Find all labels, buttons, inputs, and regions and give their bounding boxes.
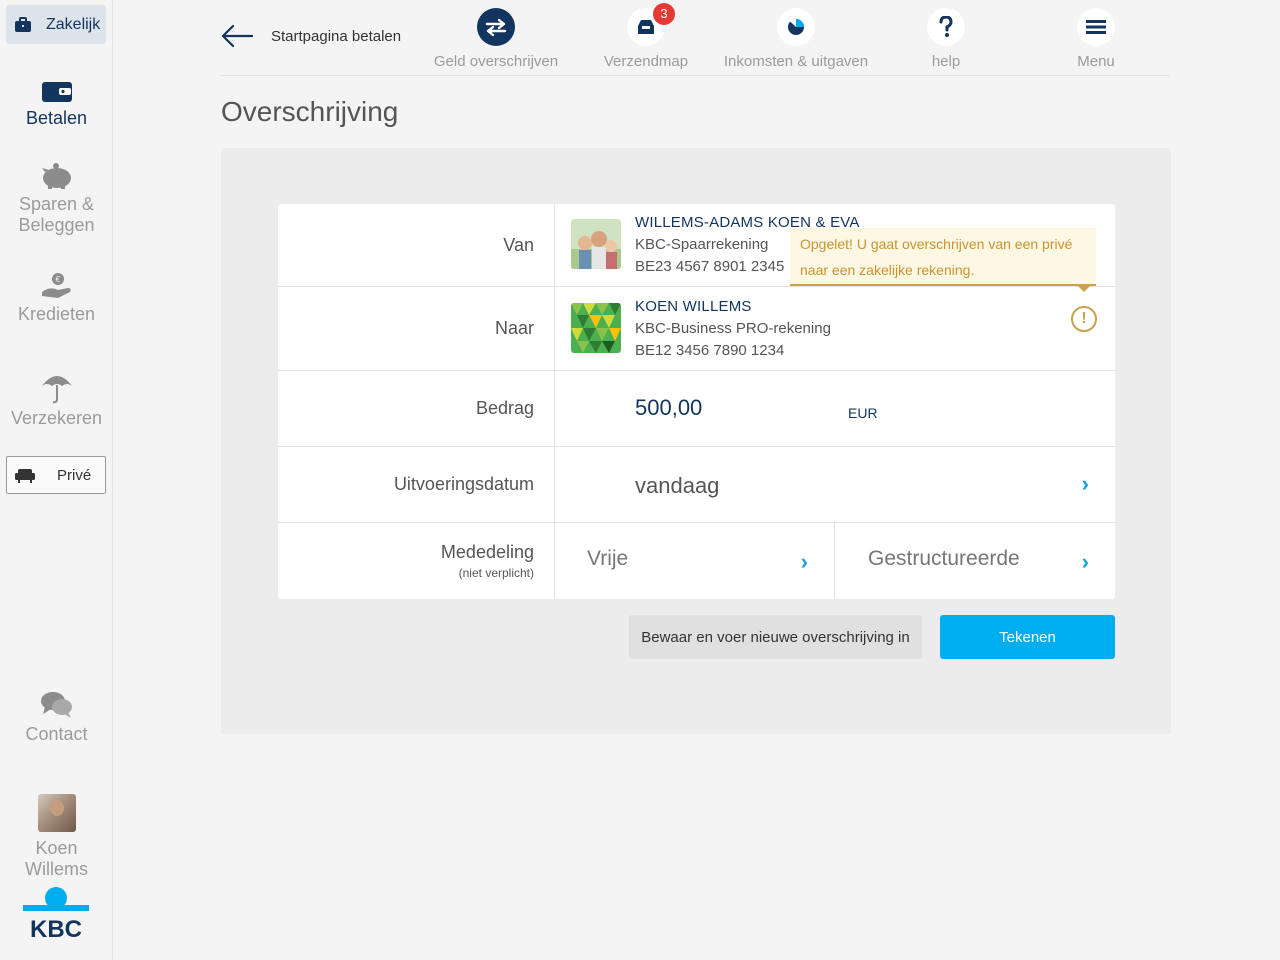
- top-navigation: Startpagina betalen Geld overschrijven 3…: [221, 0, 1170, 76]
- chevron-right-icon: ›: [1081, 471, 1089, 496]
- warning-tooltip: Opgelet! U gaat overschrijven van een pr…: [790, 228, 1096, 292]
- kbc-logo: KBC: [23, 886, 89, 943]
- user-first-name: Koen: [35, 838, 78, 858]
- prive-label: Privé: [57, 466, 92, 484]
- free-message-option[interactable]: Vrije ›: [555, 523, 835, 599]
- bedrag-label: Bedrag: [278, 371, 555, 446]
- mededeling-label: Mededeling (niet verplicht): [278, 523, 555, 599]
- prive-switch-button[interactable]: Privé: [6, 456, 106, 494]
- back-link-label: Startpagina betalen: [271, 27, 402, 45]
- svg-text:€: €: [55, 275, 60, 284]
- naar-label: Naar: [278, 287, 555, 370]
- user-last-name: Willems: [25, 859, 88, 879]
- nav-label: Inkomsten & uitgaven: [723, 53, 869, 70]
- piggy-bank-icon: [41, 163, 71, 189]
- row-naar: Naar KOEN WILLEMS KBC-Business PRO-reken…: [278, 287, 1115, 371]
- wallet-icon: [41, 82, 72, 102]
- mededeling-sublabel: (niet verplicht): [458, 566, 534, 580]
- chevron-right-icon: ›: [1081, 549, 1089, 574]
- sidebar-item-verzekeren[interactable]: Verzekeren: [0, 372, 113, 429]
- execution-date-value: vandaag: [635, 473, 720, 498]
- sidebar-user-profile[interactable]: Koen Willems: [0, 794, 113, 880]
- exclamation-warning-icon[interactable]: !: [1071, 306, 1097, 332]
- to-account-selector[interactable]: KOEN WILLEMS KBC-Business PRO-rekening B…: [555, 287, 1115, 370]
- sidebar-item-sparen-beleggen[interactable]: Sparen & Beleggen: [0, 162, 113, 236]
- currency-label: EUR: [848, 405, 878, 421]
- hamburger-menu-icon: [1086, 20, 1106, 34]
- sidebar-item-betalen[interactable]: Betalen: [0, 80, 113, 129]
- transfer-form: Van WILLEMS-ADAMS KOEN & EVA KBC-Spaarre…: [278, 204, 1115, 599]
- sidebar-item-label: Kredieten: [17, 304, 96, 324]
- transfer-panel: Van WILLEMS-ADAMS KOEN & EVA KBC-Spaarre…: [221, 148, 1171, 734]
- sidebar-item-label: Sparen &: [18, 194, 95, 214]
- van-label: Van: [278, 204, 555, 286]
- avatar: [37, 794, 76, 832]
- amount-value: 500,00: [635, 395, 703, 420]
- nav-label: Geld overschrijven: [433, 53, 559, 70]
- family-photo: [571, 219, 621, 269]
- to-account-iban: BE12 3456 7890 1234: [635, 342, 785, 359]
- pie-chart-icon: [788, 18, 804, 35]
- briefcase-icon: [15, 16, 31, 32]
- structured-message-label: Gestructureerde: [868, 547, 1020, 570]
- row-mededeling: Mededeling (niet verplicht) Vrije › Gest…: [278, 523, 1115, 599]
- nav-label: Verzendmap: [603, 53, 689, 70]
- row-uitvoeringsdatum: Uitvoeringsdatum vandaag ›: [278, 447, 1115, 523]
- chevron-right-icon: ›: [800, 549, 808, 574]
- notification-badge: 3: [653, 3, 675, 25]
- zakelijk-switch-button[interactable]: Zakelijk: [6, 5, 106, 44]
- business-account-logo: [571, 303, 621, 353]
- amount-field[interactable]: 500,00 EUR: [555, 371, 1115, 446]
- to-account-name: KOEN WILLEMS: [635, 298, 752, 315]
- nav-menu[interactable]: Menu: [1021, 8, 1171, 70]
- sofa-icon: [15, 469, 35, 483]
- sidebar-item-label: Beleggen: [18, 215, 95, 235]
- sign-button[interactable]: Tekenen: [940, 615, 1115, 659]
- uitvoeringsdatum-label: Uitvoeringsdatum: [278, 447, 555, 522]
- nav-verzendmap[interactable]: 3 Verzendmap: [571, 3, 721, 70]
- free-message-label: Vrije: [587, 547, 629, 570]
- nav-help[interactable]: help: [871, 8, 1021, 70]
- save-and-new-button[interactable]: Bewaar en voer nieuwe overschrijving in: [629, 615, 922, 659]
- sidebar-item-contact[interactable]: Contact: [0, 690, 113, 745]
- umbrella-icon: [41, 376, 72, 404]
- row-van: Van WILLEMS-ADAMS KOEN & EVA KBC-Spaarre…: [278, 204, 1115, 292]
- row-bedrag: Bedrag 500,00 EUR: [278, 371, 1115, 447]
- sidebar: Zakelijk Betalen Sparen & Beleggen € Kre…: [0, 0, 113, 960]
- to-account-type: KBC-Business PRO-rekening: [635, 320, 831, 337]
- sidebar-item-label: Contact: [25, 724, 88, 744]
- brand-text: KBC: [30, 916, 82, 938]
- back-link[interactable]: Startpagina betalen: [221, 24, 401, 48]
- execution-date-selector[interactable]: vandaag ›: [555, 447, 1115, 522]
- nav-inkomsten-uitgaven[interactable]: Inkomsten & uitgaven: [721, 8, 871, 70]
- sidebar-item-label: Betalen: [25, 108, 88, 128]
- nav-label: Menu: [1077, 53, 1115, 70]
- chat-bubbles-icon: [40, 692, 72, 718]
- zakelijk-label: Zakelijk: [46, 15, 101, 33]
- structured-message-option[interactable]: Gestructureerde ›: [836, 523, 1115, 599]
- nav-label: help: [931, 53, 961, 70]
- sidebar-item-kredieten[interactable]: € Kredieten: [0, 272, 113, 325]
- transfer-arrows-icon: [485, 18, 507, 36]
- nav-geld-overschrijven[interactable]: Geld overschrijven: [421, 8, 571, 70]
- arrow-left-icon: [221, 24, 253, 48]
- question-mark-icon: [939, 16, 953, 37]
- outbox-tray-icon: [638, 20, 654, 34]
- page-title: Overschrijving: [221, 96, 399, 127]
- sidebar-item-label: Verzekeren: [10, 408, 103, 428]
- hand-coin-icon: €: [41, 273, 71, 298]
